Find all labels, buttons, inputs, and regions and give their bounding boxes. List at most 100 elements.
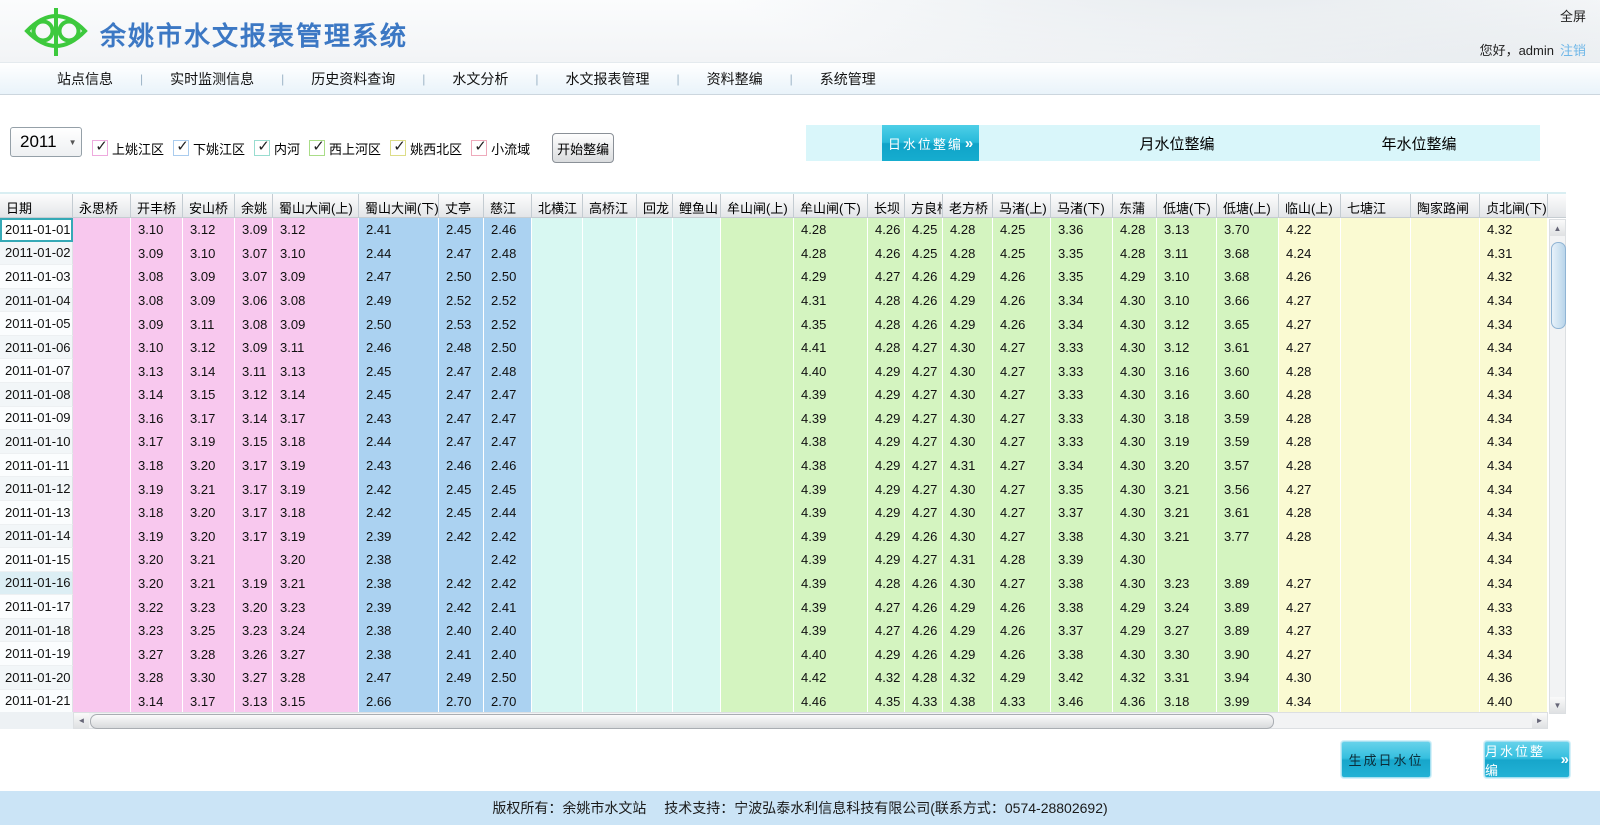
data-cell[interactable]: 3.08 <box>273 289 359 313</box>
data-cell[interactable]: 3.61 <box>1217 501 1279 525</box>
year-select[interactable]: 2011 ▼ <box>10 127 82 157</box>
data-cell[interactable]: 4.39 <box>794 525 868 549</box>
data-cell[interactable]: 3.23 <box>131 619 183 643</box>
data-cell[interactable] <box>583 289 637 313</box>
data-cell[interactable]: 4.30 <box>1113 407 1157 431</box>
date-cell[interactable]: 2011-01-10 <box>0 430 73 454</box>
data-cell[interactable] <box>673 407 721 431</box>
data-cell[interactable] <box>583 690 637 714</box>
data-cell[interactable] <box>1341 619 1411 643</box>
data-cell[interactable]: 4.34 <box>1480 501 1548 525</box>
data-cell[interactable]: 4.27 <box>1279 642 1341 666</box>
data-cell[interactable] <box>73 218 131 242</box>
data-cell[interactable] <box>673 336 721 360</box>
data-cell[interactable] <box>637 666 673 690</box>
data-cell[interactable]: 2.45 <box>484 477 532 501</box>
data-cell[interactable]: 4.29 <box>943 289 993 313</box>
data-cell[interactable] <box>1341 218 1411 242</box>
data-cell[interactable] <box>73 690 131 714</box>
data-cell[interactable]: 4.34 <box>1480 548 1548 572</box>
data-cell[interactable]: 3.27 <box>1157 619 1217 643</box>
data-cell[interactable] <box>1341 359 1411 383</box>
scroll-down-arrow[interactable]: ▼ <box>1550 697 1565 713</box>
data-cell[interactable] <box>721 477 794 501</box>
data-cell[interactable]: 4.27 <box>1279 312 1341 336</box>
data-cell[interactable]: 3.07 <box>235 265 273 289</box>
data-cell[interactable]: 4.36 <box>1113 690 1157 714</box>
data-cell[interactable]: 3.11 <box>1157 242 1217 266</box>
data-cell[interactable]: 3.56 <box>1217 477 1279 501</box>
data-cell[interactable]: 2.38 <box>359 642 439 666</box>
tab-monthly-water-level[interactable]: 月水位整编 <box>1056 125 1298 161</box>
data-cell[interactable] <box>532 525 583 549</box>
data-cell[interactable] <box>73 595 131 619</box>
data-cell[interactable]: 4.32 <box>943 666 993 690</box>
data-cell[interactable]: 3.68 <box>1217 265 1279 289</box>
data-cell[interactable]: 3.70 <box>1217 218 1279 242</box>
data-cell[interactable] <box>1411 666 1480 690</box>
data-cell[interactable] <box>583 666 637 690</box>
data-cell[interactable] <box>721 242 794 266</box>
data-cell[interactable] <box>1341 336 1411 360</box>
data-cell[interactable]: 3.21 <box>1157 525 1217 549</box>
data-cell[interactable]: 3.37 <box>1051 501 1113 525</box>
date-cell[interactable]: 2011-01-18 <box>0 619 73 643</box>
data-cell[interactable]: 3.24 <box>273 619 359 643</box>
data-cell[interactable]: 4.39 <box>794 619 868 643</box>
data-cell[interactable]: 4.29 <box>868 525 905 549</box>
data-cell[interactable]: 4.34 <box>1480 407 1548 431</box>
data-cell[interactable] <box>637 336 673 360</box>
date-cell[interactable]: 2011-01-20 <box>0 666 73 690</box>
date-cell[interactable]: 2011-01-04 <box>0 289 73 313</box>
data-cell[interactable]: 4.30 <box>1279 666 1341 690</box>
data-cell[interactable] <box>532 336 583 360</box>
data-cell[interactable]: 3.38 <box>1051 525 1113 549</box>
data-cell[interactable]: 2.48 <box>484 242 532 266</box>
data-cell[interactable]: 3.26 <box>235 642 273 666</box>
data-cell[interactable]: 4.40 <box>794 359 868 383</box>
data-cell[interactable]: 3.33 <box>1051 430 1113 454</box>
data-cell[interactable]: 3.15 <box>235 430 273 454</box>
data-cell[interactable]: 2.45 <box>439 501 484 525</box>
data-cell[interactable]: 3.14 <box>235 407 273 431</box>
data-cell[interactable]: 3.17 <box>273 407 359 431</box>
data-cell[interactable]: 4.34 <box>1279 690 1341 714</box>
data-cell[interactable]: 4.26 <box>905 572 943 596</box>
data-cell[interactable] <box>721 407 794 431</box>
data-cell[interactable] <box>1341 501 1411 525</box>
data-cell[interactable]: 3.21 <box>183 477 235 501</box>
data-cell[interactable]: 3.09 <box>131 312 183 336</box>
data-cell[interactable]: 2.38 <box>359 548 439 572</box>
data-cell[interactable]: 4.28 <box>1113 242 1157 266</box>
data-cell[interactable]: 3.14 <box>131 383 183 407</box>
data-cell[interactable] <box>721 336 794 360</box>
date-cell[interactable]: 2011-01-21 <box>0 690 73 714</box>
data-cell[interactable]: 3.17 <box>183 407 235 431</box>
data-cell[interactable] <box>532 477 583 501</box>
data-cell[interactable] <box>1341 666 1411 690</box>
data-cell[interactable]: 2.49 <box>439 666 484 690</box>
data-cell[interactable]: 2.40 <box>439 619 484 643</box>
data-cell[interactable]: 4.27 <box>993 383 1051 407</box>
data-cell[interactable] <box>673 619 721 643</box>
data-cell[interactable] <box>1341 454 1411 478</box>
data-cell[interactable]: 3.18 <box>273 430 359 454</box>
data-cell[interactable] <box>673 289 721 313</box>
data-cell[interactable]: 3.14 <box>273 383 359 407</box>
data-cell[interactable]: 4.34 <box>1480 312 1548 336</box>
data-cell[interactable] <box>637 525 673 549</box>
data-cell[interactable]: 4.26 <box>905 312 943 336</box>
data-cell[interactable]: 4.39 <box>794 572 868 596</box>
data-cell[interactable]: 4.27 <box>993 454 1051 478</box>
data-cell[interactable]: 4.29 <box>868 501 905 525</box>
data-cell[interactable] <box>721 525 794 549</box>
data-cell[interactable]: 4.39 <box>794 548 868 572</box>
data-cell[interactable] <box>73 336 131 360</box>
data-cell[interactable]: 4.27 <box>868 265 905 289</box>
data-cell[interactable]: 3.17 <box>183 690 235 714</box>
data-cell[interactable] <box>1341 383 1411 407</box>
data-cell[interactable]: 4.27 <box>993 477 1051 501</box>
data-cell[interactable]: 2.42 <box>439 572 484 596</box>
data-cell[interactable]: 2.43 <box>359 407 439 431</box>
data-cell[interactable]: 3.38 <box>1051 572 1113 596</box>
